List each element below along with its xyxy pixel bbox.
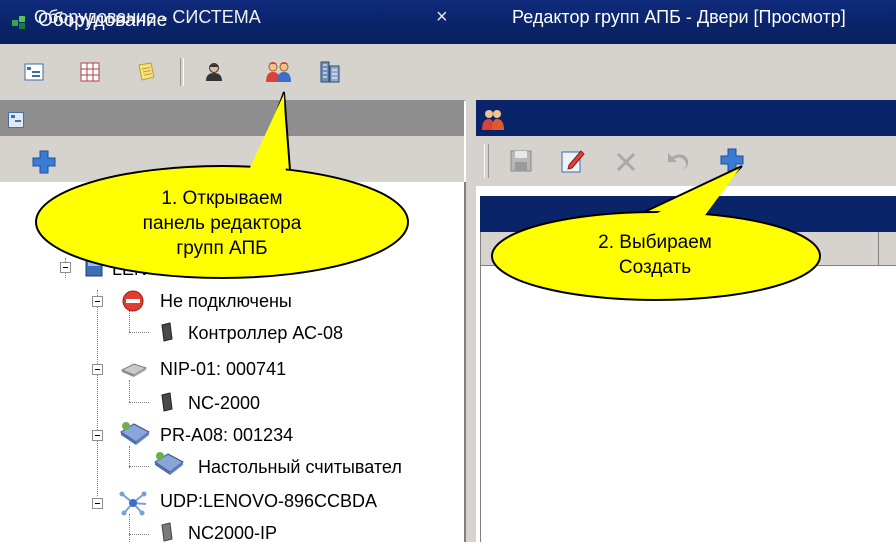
callout-1-line1: 1. Открываем: [161, 188, 283, 209]
callout-2-text: 2. Выбираем Создать: [540, 230, 770, 280]
callout-1-line2: панель редактора: [142, 213, 302, 234]
callout-1-line3: групп АПБ: [176, 238, 268, 259]
callout-2-line2: Создать: [618, 257, 692, 278]
callout-1-text: 1. Открываем панель редактора групп АПБ: [92, 186, 352, 261]
callout-2-line1: 2. Выбираем: [598, 232, 712, 253]
